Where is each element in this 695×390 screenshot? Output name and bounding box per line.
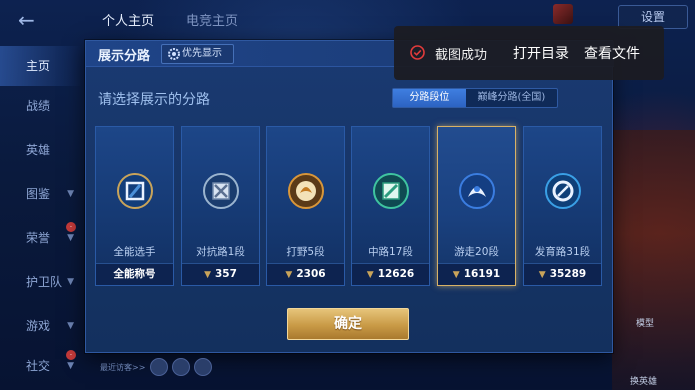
sidebar-item-heroes[interactable]: 英雄	[0, 130, 82, 170]
lane-card-name: 发育路31段	[534, 246, 591, 258]
back-icon[interactable]: ←	[18, 10, 58, 30]
sidebar-item-label: 游戏	[26, 319, 51, 333]
lane-card-farm[interactable]: 发育路31段 ▼ 35289	[523, 126, 602, 286]
sidebar-item-label: 主页	[26, 59, 51, 73]
lane-card-footer: ▼ 16191	[438, 263, 515, 285]
lane-card-name: 中路17段	[368, 246, 413, 258]
sidebar-item-codex[interactable]: 图鉴 ▼	[0, 174, 82, 214]
lane-card-footer-text: 12626	[377, 268, 415, 280]
lane-card-all-round[interactable]: 全能选手 全能称号	[95, 126, 174, 286]
change-hero-label[interactable]: 换英雄	[630, 374, 657, 387]
check-circle-icon	[410, 45, 425, 60]
chevron-down-icon: ▼	[67, 277, 74, 287]
lane-card-footer-text: 2306	[296, 268, 326, 280]
modal-title: 展示分路	[98, 49, 151, 64]
rank-icon: ▼	[538, 270, 546, 280]
lane-card-clash[interactable]: 对抗路1段 ▼ 357	[181, 126, 260, 286]
jungle-emblem-icon	[288, 173, 324, 209]
lane-card-footer: ▼ 2306	[267, 263, 344, 285]
mid-lane-emblem-icon	[373, 173, 409, 209]
tab-esports-home[interactable]: 电竞主页	[186, 10, 238, 29]
lane-card-footer: 全能称号	[96, 263, 173, 285]
lane-card-footer-text: 357	[215, 268, 237, 280]
sidebar-item-label: 护卫队	[26, 275, 63, 289]
lane-card-jungle[interactable]: 打野5段 ▼ 2306	[266, 126, 345, 286]
open-directory-link[interactable]: 打开目录	[513, 43, 569, 63]
lane-card-footer: ▼ 12626	[352, 263, 429, 285]
sidebar-item-label: 荣誉	[26, 231, 51, 245]
sidebar-item-label: 英雄	[26, 143, 51, 157]
display-lane-modal: 展示分路 优先显示 请选择展示的分路 分路段位 巅峰分路(全国) 全能选手 全能…	[85, 40, 614, 353]
gear-icon	[168, 48, 180, 60]
rank-icon: ▼	[204, 270, 211, 280]
visitor-avatar[interactable]	[172, 358, 190, 376]
avatar[interactable]	[553, 4, 573, 24]
chevron-down-icon: ▼	[67, 233, 74, 243]
sidebar-item-label: 战绩	[26, 99, 51, 113]
visitor-avatar[interactable]	[194, 358, 212, 376]
lane-card-mid[interactable]: 中路17段 ▼ 12626	[351, 126, 430, 286]
view-file-link[interactable]: 查看文件	[584, 43, 640, 63]
tab-peak-lane[interactable]: 巅峰分路(全国)	[466, 89, 557, 107]
sidebar-item-label: 社交	[26, 359, 51, 373]
tab-lane-rank[interactable]: 分路段位	[393, 89, 466, 107]
farm-lane-emblem-icon	[545, 173, 581, 209]
sidebar-item-record[interactable]: 战绩	[0, 86, 82, 126]
lane-card-footer-text: 35289	[549, 268, 587, 280]
roam-emblem-icon	[459, 173, 495, 209]
chevron-down-icon: ▼	[67, 321, 74, 331]
lane-card-name: 全能选手	[113, 246, 156, 258]
lane-card-name: 对抗路1段	[196, 246, 245, 258]
tab-personal-home[interactable]: 个人主页	[102, 10, 154, 29]
model-label[interactable]: 模型	[636, 316, 654, 329]
sidebar-item-guard[interactable]: 护卫队 ▼	[0, 262, 82, 302]
chevron-down-icon: ▼	[67, 189, 74, 199]
lane-card-roam[interactable]: 游走20段 ▼ 16191	[437, 126, 516, 286]
priority-display-label: 优先显示	[182, 48, 222, 59]
sidebar-item-label: 图鉴	[26, 187, 51, 201]
confirm-button[interactable]: 确定	[287, 308, 409, 340]
sidebar: 主页 战绩 英雄 图鉴 ▼ 荣誉 · ▼ 护卫队 ▼ 游戏 ▼ 社交 · ▼	[0, 40, 82, 390]
recent-visitors-link[interactable]: 最近访客>>	[100, 362, 145, 373]
lane-card-name: 游走20段	[454, 246, 499, 258]
priority-display-button[interactable]: 优先显示	[161, 44, 234, 64]
toast-message: 截图成功	[435, 48, 488, 63]
rank-icon: ▼	[285, 270, 293, 280]
lane-card-name: 打野5段	[286, 246, 325, 258]
visitor-avatar[interactable]	[150, 358, 168, 376]
sidebar-item-honor[interactable]: 荣誉 · ▼	[0, 218, 82, 258]
sidebar-item-game[interactable]: 游戏 ▼	[0, 306, 82, 346]
clash-lane-emblem-icon	[203, 173, 239, 209]
lane-card-footer-text: 16191	[463, 268, 501, 280]
chevron-down-icon: ▼	[67, 361, 74, 371]
screenshot-toast: 截图成功 打开目录 查看文件	[394, 26, 664, 80]
lane-card-footer-text: 全能称号	[113, 268, 156, 280]
hero-model-backdrop	[612, 130, 695, 390]
all-round-emblem-icon	[117, 173, 153, 209]
lane-type-toggle: 分路段位 巅峰分路(全国)	[392, 88, 558, 108]
modal-subtitle: 请选择展示的分路	[98, 92, 210, 108]
sidebar-item-social[interactable]: 社交 · ▼	[0, 346, 82, 386]
lane-card-footer: ▼ 357	[182, 263, 259, 285]
lane-card-footer: ▼ 35289	[524, 263, 601, 285]
rank-icon: ▼	[366, 270, 374, 280]
rank-icon: ▼	[452, 270, 460, 280]
sidebar-item-home[interactable]: 主页	[0, 46, 82, 86]
